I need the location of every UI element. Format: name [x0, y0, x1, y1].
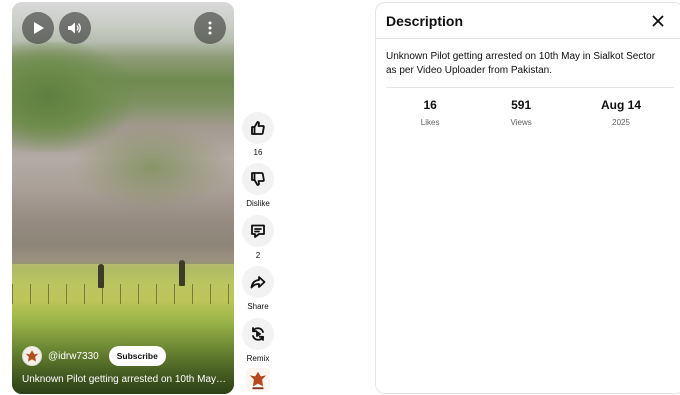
dislike-label: Dislike — [246, 199, 270, 208]
volume-icon — [68, 22, 81, 34]
channel-avatar-small[interactable] — [22, 346, 42, 366]
eagle-emblem-icon — [249, 371, 267, 390]
video-player[interactable]: @idrw7330 Subscribe Unknown Pilot gettin… — [12, 2, 234, 394]
comments-action: 2 — [239, 215, 277, 260]
video-scene-slope — [72, 122, 232, 212]
share-button[interactable] — [242, 266, 274, 298]
like-action: 16 — [239, 112, 277, 157]
like-count: 16 — [253, 148, 263, 157]
remix-icon — [252, 327, 264, 341]
share-action: Share — [239, 266, 277, 311]
dislike-button[interactable] — [242, 163, 274, 195]
video-scene-person — [179, 260, 185, 286]
stat-likes: 16 Likes — [376, 98, 484, 127]
stat-date: Aug 14 2025 — [558, 98, 680, 127]
stat-date-value: Aug 14 — [601, 98, 642, 112]
share-icon — [250, 276, 266, 289]
remix-label: Remix — [246, 354, 270, 363]
like-button[interactable] — [242, 112, 274, 144]
stat-likes-value: 16 — [423, 98, 437, 112]
stat-views: 591 Views — [484, 98, 558, 127]
subscribe-button[interactable]: Subscribe — [108, 346, 166, 366]
channel-avatar[interactable] — [246, 368, 270, 392]
play-button[interactable] — [22, 12, 54, 44]
description-title: Description — [386, 12, 464, 29]
remix-button[interactable] — [242, 318, 274, 350]
thumb-down-icon — [251, 172, 265, 186]
stat-views-label: Views — [510, 118, 532, 127]
close-button[interactable] — [648, 11, 668, 31]
comments-button[interactable] — [242, 215, 274, 247]
volume-button[interactable] — [59, 12, 91, 44]
dislike-action: Dislike — [239, 163, 277, 208]
stat-likes-label: Likes — [420, 118, 440, 127]
video-scene-fence — [12, 284, 234, 304]
video-scene-person — [98, 264, 104, 288]
thumb-up-icon — [251, 121, 265, 135]
comment-icon — [251, 224, 265, 238]
channel-handle[interactable]: @idrw7330 — [48, 351, 99, 362]
stats-row: 16 Likes 591 Views Aug 14 2025 — [376, 88, 680, 127]
more-options-button[interactable] — [194, 12, 226, 44]
eagle-emblem-icon — [25, 350, 39, 362]
comment-count: 2 — [255, 251, 261, 260]
channel-row: @idrw7330 Subscribe — [22, 345, 166, 367]
description-header: Description — [376, 3, 680, 39]
stat-date-year: 2025 — [612, 118, 630, 127]
description-panel: Description Unknown Pilot getting arrest… — [375, 2, 680, 394]
share-label: Share — [247, 302, 269, 311]
close-icon — [652, 14, 664, 27]
remix-action: Remix — [239, 318, 277, 363]
video-title[interactable]: Unknown Pilot getting arrested on 10th M… — [22, 374, 228, 385]
play-icon — [34, 22, 44, 34]
more-vert-icon — [208, 21, 212, 35]
stat-views-value: 591 — [511, 98, 532, 112]
description-text: Unknown Pilot getting arrested on 10th M… — [386, 51, 656, 76]
